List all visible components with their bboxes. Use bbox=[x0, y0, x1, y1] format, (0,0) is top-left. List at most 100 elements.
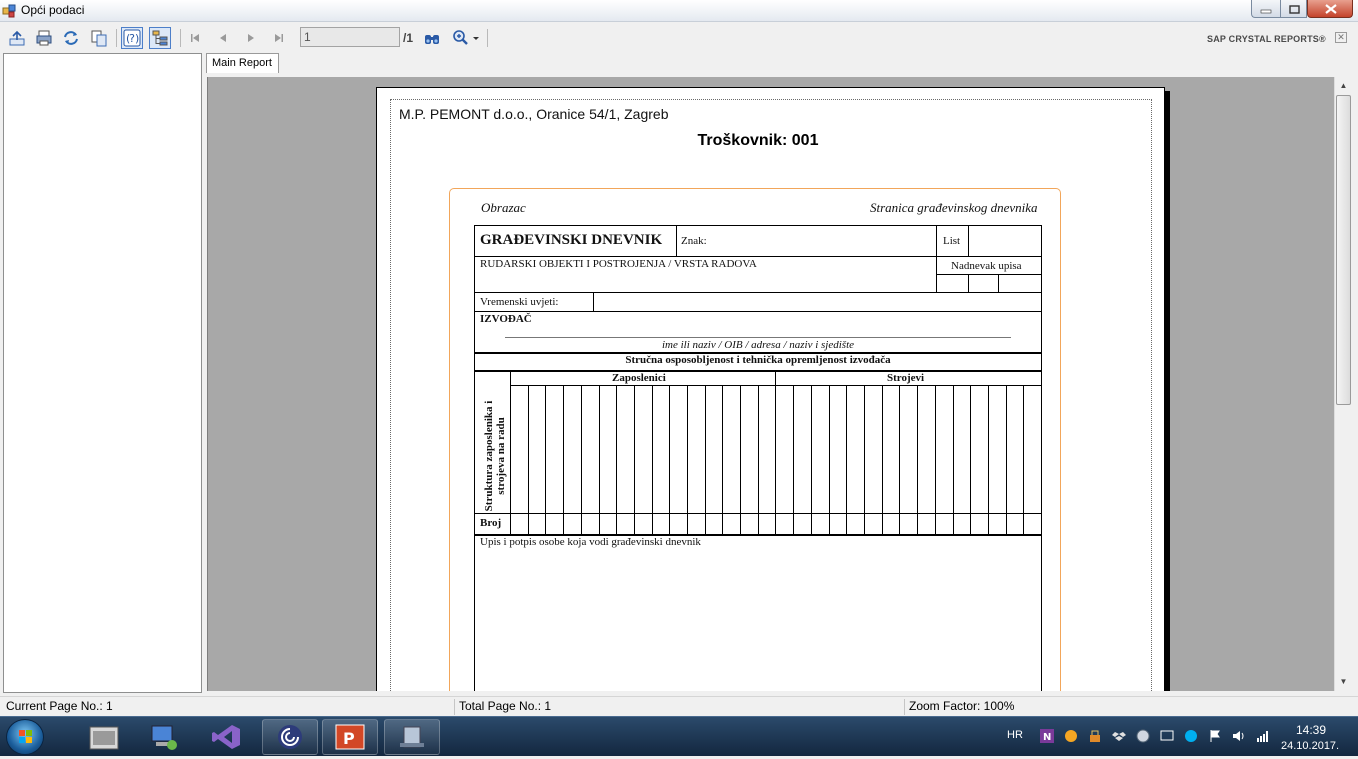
taskbar-visual-studio[interactable] bbox=[198, 719, 254, 755]
form-grid-line bbox=[952, 386, 954, 534]
vertical-scrollbar[interactable]: ▲ ▼ bbox=[1334, 77, 1352, 691]
form-grid-line bbox=[704, 386, 706, 534]
form-grid-line bbox=[616, 386, 618, 534]
app-tray-icon[interactable] bbox=[1136, 729, 1150, 743]
display-tray-icon[interactable] bbox=[1160, 729, 1174, 743]
update-tray-icon[interactable] bbox=[1064, 729, 1078, 743]
form-grid-line bbox=[545, 386, 547, 534]
first-page-icon bbox=[191, 34, 199, 42]
taskbar-app-2[interactable] bbox=[136, 719, 192, 755]
status-current-page: Current Page No.: 1 bbox=[6, 699, 113, 713]
onenote-tray-icon[interactable]: N bbox=[1040, 729, 1054, 743]
report-app-icon bbox=[400, 726, 424, 748]
help-icon: ?() bbox=[123, 29, 141, 47]
form-upis: Upis i potpis osobe koja vodi građevinsk… bbox=[480, 536, 701, 548]
taskbar-powerpoint[interactable]: P bbox=[322, 719, 378, 755]
status-total-page: Total Page No.: 1 bbox=[454, 699, 551, 715]
form-grid-line bbox=[651, 386, 653, 534]
find-button[interactable] bbox=[421, 27, 443, 49]
taskbar-app-4[interactable] bbox=[262, 719, 318, 755]
form-grid-line bbox=[899, 386, 901, 534]
export-button[interactable] bbox=[6, 27, 28, 49]
taskbar-app-6[interactable] bbox=[384, 719, 440, 755]
tab-main-report[interactable]: Main Report bbox=[206, 53, 279, 73]
minimize-icon bbox=[1260, 9, 1272, 14]
close-view-button[interactable]: ✕ bbox=[1335, 32, 1347, 43]
app-icon bbox=[2, 4, 16, 18]
window-title: Opći podaci bbox=[21, 3, 85, 17]
visual-studio-icon bbox=[212, 725, 240, 749]
language-indicator[interactable]: HR bbox=[1007, 729, 1023, 741]
form-struktura: Struktura zaposlenika i strojeva na radu bbox=[483, 400, 507, 512]
form-line bbox=[998, 274, 999, 292]
svg-text:): ) bbox=[135, 32, 139, 45]
toggle-group-tree-button[interactable] bbox=[149, 27, 171, 49]
dropbox-tray-icon[interactable] bbox=[1112, 729, 1126, 743]
zoom-dropdown[interactable] bbox=[449, 27, 483, 49]
form-vremenski: Vremenski uvjeti: bbox=[480, 296, 559, 308]
network-computer-icon bbox=[151, 725, 177, 750]
svg-text:N: N bbox=[1043, 732, 1051, 743]
form-grid-line bbox=[846, 386, 848, 534]
form-izvodac: IZVOĐAČ bbox=[480, 313, 532, 325]
skype-tray-icon[interactable] bbox=[1184, 729, 1198, 743]
form-grid-line bbox=[970, 386, 972, 534]
scroll-up-icon[interactable]: ▲ bbox=[1335, 77, 1352, 94]
powerpoint-icon: P bbox=[335, 724, 365, 750]
zoom-icon bbox=[453, 30, 479, 45]
report-view-area[interactable]: M.P. PEMONT d.o.o., Oranice 54/1, Zagreb… bbox=[207, 77, 1334, 691]
toolbar-separator bbox=[116, 29, 117, 47]
form-line bbox=[968, 226, 969, 256]
close-button[interactable] bbox=[1307, 0, 1353, 18]
form-grid-line bbox=[864, 386, 865, 534]
export-icon bbox=[9, 30, 25, 46]
form-grid-line bbox=[793, 386, 795, 534]
form-grid-line bbox=[722, 386, 724, 534]
start-button[interactable] bbox=[6, 719, 44, 755]
clock-date[interactable]: 24.10.2017. bbox=[1281, 740, 1339, 752]
last-page-button[interactable] bbox=[268, 27, 290, 49]
flag-tray-icon[interactable] bbox=[1088, 729, 1102, 743]
refresh-button[interactable] bbox=[60, 27, 82, 49]
scroll-thumb[interactable] bbox=[1336, 95, 1351, 405]
network-icon[interactable] bbox=[1256, 729, 1270, 743]
windows-logo-icon bbox=[19, 730, 32, 743]
minimize-button[interactable] bbox=[1251, 0, 1280, 18]
scroll-down-icon[interactable]: ▼ bbox=[1335, 673, 1352, 690]
form-grid-line bbox=[527, 386, 529, 534]
form-grid-line bbox=[633, 386, 635, 534]
form-grid-line bbox=[1023, 386, 1025, 534]
maximize-button[interactable] bbox=[1280, 0, 1307, 18]
find-icon bbox=[425, 35, 439, 44]
report-toolbar: ?() /1 SAP CRYSTAL REPORTS® ✕ bbox=[0, 23, 1358, 53]
form-grid-line bbox=[580, 386, 582, 534]
group-tree-panel[interactable] bbox=[3, 53, 202, 693]
previous-page-button[interactable] bbox=[212, 27, 234, 49]
form-grid-line bbox=[1005, 386, 1007, 534]
print-button[interactable] bbox=[33, 27, 55, 49]
first-page-button[interactable] bbox=[184, 27, 206, 49]
volume-icon[interactable] bbox=[1232, 729, 1246, 743]
next-page-button[interactable] bbox=[240, 27, 262, 49]
taskbar-app-1[interactable] bbox=[76, 719, 132, 755]
form-list: List bbox=[943, 235, 961, 247]
action-center-icon[interactable] bbox=[1208, 729, 1222, 743]
form-grid-line bbox=[881, 386, 883, 534]
form-line bbox=[475, 311, 1041, 312]
form-line bbox=[593, 292, 594, 311]
previous-page-icon bbox=[220, 34, 226, 42]
copy-button[interactable] bbox=[88, 27, 110, 49]
company-header: M.P. PEMONT d.o.o., Oranice 54/1, Zagreb bbox=[399, 106, 669, 122]
form-table: GRAĐEVINSKI DNEVNIK Znak: List RUDARSKI … bbox=[474, 225, 1042, 691]
copy-icon bbox=[91, 30, 107, 47]
form-line bbox=[475, 370, 1041, 372]
help-button[interactable]: ?() bbox=[121, 27, 143, 49]
form-grid-line bbox=[669, 386, 671, 534]
form-ime: ime ili naziv / OIB / adresa / naziv i s… bbox=[661, 339, 855, 351]
form-line bbox=[510, 385, 1041, 386]
page-number-input[interactable] bbox=[300, 27, 400, 47]
form-grid-line bbox=[828, 386, 830, 534]
clock-time[interactable]: 14:39 bbox=[1296, 723, 1326, 737]
restore-icon bbox=[1289, 5, 1300, 14]
sap-brand-label: SAP CRYSTAL REPORTS® bbox=[1207, 34, 1326, 44]
